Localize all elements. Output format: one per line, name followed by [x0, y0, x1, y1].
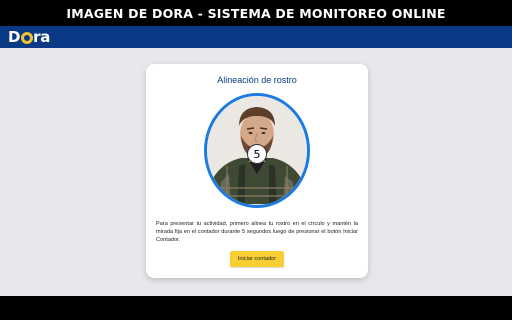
countdown-counter: 5 [247, 144, 267, 164]
app-header: Dra [0, 26, 512, 48]
bottom-bar [0, 296, 512, 320]
logo-text-right: ra [33, 28, 51, 46]
card-title: Alineación de rostro [217, 75, 297, 85]
instructions-text: Para presentar tu actividad, primero ali… [156, 221, 358, 244]
banner-title: IMAGEN DE DORA - SISTEMA DE MONITOREO ON… [66, 5, 446, 21]
logo-ring-icon [20, 32, 33, 44]
face-alignment-card: Alineación de rostro 5 Para presentar tu… [146, 64, 368, 278]
logo-text-left: D [8, 28, 21, 46]
dora-logo: Dra [8, 26, 50, 48]
main-area: Alineación de rostro 5 Para presentar tu… [0, 48, 512, 296]
start-counter-button[interactable]: Iniciar contador [230, 251, 284, 267]
system-banner: IMAGEN DE DORA - SISTEMA DE MONITOREO ON… [0, 0, 512, 26]
